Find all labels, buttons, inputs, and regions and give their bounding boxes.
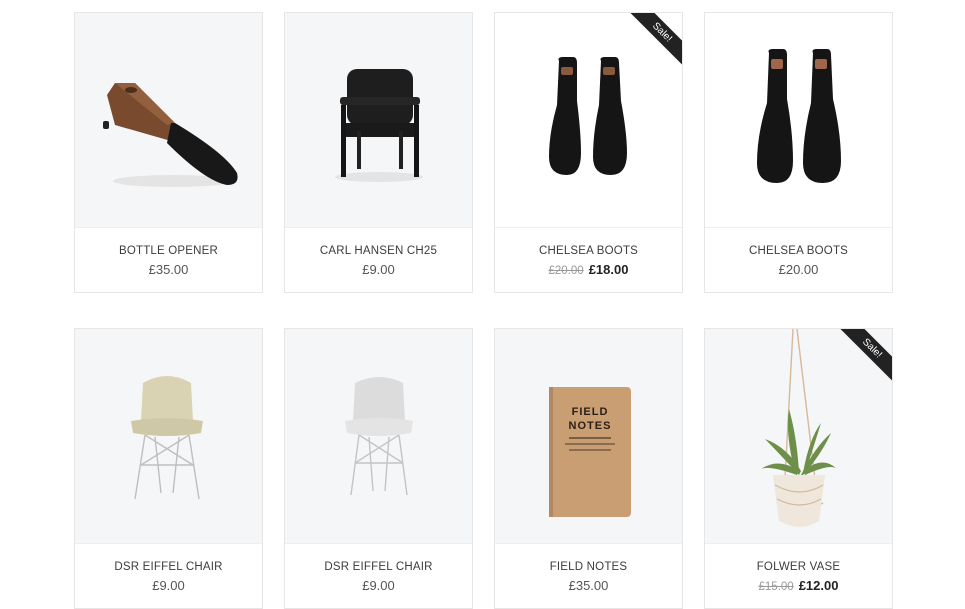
product-price: £9.00 xyxy=(362,262,395,277)
product-card-dsr-eiffel-chair-grey[interactable]: DSR EIFFEL CHAIR £9.00 xyxy=(284,328,473,609)
price-row: £15.00 £12.00 xyxy=(705,578,892,595)
product-info: DSR EIFFEL CHAIR £9.00 xyxy=(285,544,472,608)
product-image[interactable] xyxy=(285,13,472,228)
product-info: FIELD NOTES £35.00 xyxy=(495,544,682,608)
product-info: FOLWER VASE £15.00 £12.00 xyxy=(705,544,892,608)
product-image[interactable] xyxy=(285,329,472,544)
product-image[interactable]: FIELD NOTES xyxy=(495,329,682,544)
product-info: DSR EIFFEL CHAIR £9.00 xyxy=(75,544,262,608)
price-row: £9.00 xyxy=(285,262,472,278)
product-name-link[interactable]: CARL HANSEN CH25 xyxy=(285,244,472,259)
product-grid: BOTTLE OPENER £35.00 CARL HANSEN CH25 £9… xyxy=(74,12,894,609)
product-card-folwer-vase-sale[interactable]: Sale! FOLWER VASE £15.00 £12.00 xyxy=(704,328,893,609)
product-info: CARL HANSEN CH25 £9.00 xyxy=(285,228,472,292)
notebook-image: FIELD NOTES xyxy=(549,387,631,517)
product-card-carl-hansen-ch25[interactable]: CARL HANSEN CH25 £9.00 xyxy=(284,12,473,293)
eiffel-chair-beige-image xyxy=(131,376,203,500)
product-name-link[interactable]: FOLWER VASE xyxy=(705,560,892,575)
product-price: £35.00 xyxy=(568,578,609,593)
product-image[interactable] xyxy=(75,329,262,544)
price-row: £9.00 xyxy=(75,578,262,594)
hanging-plant-image xyxy=(761,329,837,527)
product-old-price: £15.00 xyxy=(758,581,794,593)
product-name-link[interactable]: CHELSEA BOOTS xyxy=(495,244,682,259)
product-info: CHELSEA BOOTS £20.00 £18.00 xyxy=(495,228,682,292)
product-image[interactable]: Sale! xyxy=(705,329,892,544)
price-row: £9.00 xyxy=(285,578,472,594)
product-info: BOTTLE OPENER £35.00 xyxy=(75,228,262,292)
product-price: £9.00 xyxy=(152,578,185,593)
product-name-link[interactable]: DSR EIFFEL CHAIR xyxy=(285,560,472,575)
product-card-chelsea-boots-sale[interactable]: Sale! CHELSEA BOOTS £20.00 £18.00 xyxy=(494,12,683,293)
boots-image xyxy=(549,57,627,175)
product-image[interactable] xyxy=(75,13,262,228)
product-sale-price: £12.00 xyxy=(798,578,839,593)
product-card-dsr-eiffel-chair-beige[interactable]: DSR EIFFEL CHAIR £9.00 xyxy=(74,328,263,609)
product-name-link[interactable]: DSR EIFFEL CHAIR xyxy=(75,560,262,575)
product-info: CHELSEA BOOTS £20.00 xyxy=(705,228,892,292)
product-price: £9.00 xyxy=(362,578,395,593)
product-sale-price: £18.00 xyxy=(588,262,629,277)
product-card-bottle-opener[interactable]: BOTTLE OPENER £35.00 xyxy=(74,12,263,293)
product-image[interactable]: Sale! xyxy=(495,13,682,228)
product-image[interactable] xyxy=(705,13,892,228)
price-row: £20.00 £18.00 xyxy=(495,262,682,279)
chair-image xyxy=(335,69,423,182)
price-row: £35.00 xyxy=(495,578,682,594)
product-card-chelsea-boots[interactable]: CHELSEA BOOTS £20.00 xyxy=(704,12,893,293)
product-card-field-notes[interactable]: FIELD NOTES FIELD NOTES £35.00 xyxy=(494,328,683,609)
product-price: £20.00 xyxy=(778,262,819,277)
product-name-link[interactable]: FIELD NOTES xyxy=(495,560,682,575)
notebook-title-line1: FIELD xyxy=(572,406,609,418)
boots-image xyxy=(757,49,841,183)
notebook-title-line2: NOTES xyxy=(569,420,612,432)
product-name-link[interactable]: BOTTLE OPENER xyxy=(75,244,262,259)
product-price: £35.00 xyxy=(148,262,189,277)
price-row: £20.00 xyxy=(705,262,892,278)
bottle-opener-image xyxy=(103,83,238,187)
product-old-price: £20.00 xyxy=(548,265,584,277)
product-name-link[interactable]: CHELSEA BOOTS xyxy=(705,244,892,259)
price-row: £35.00 xyxy=(75,262,262,278)
eiffel-chair-grey-image xyxy=(345,377,413,496)
